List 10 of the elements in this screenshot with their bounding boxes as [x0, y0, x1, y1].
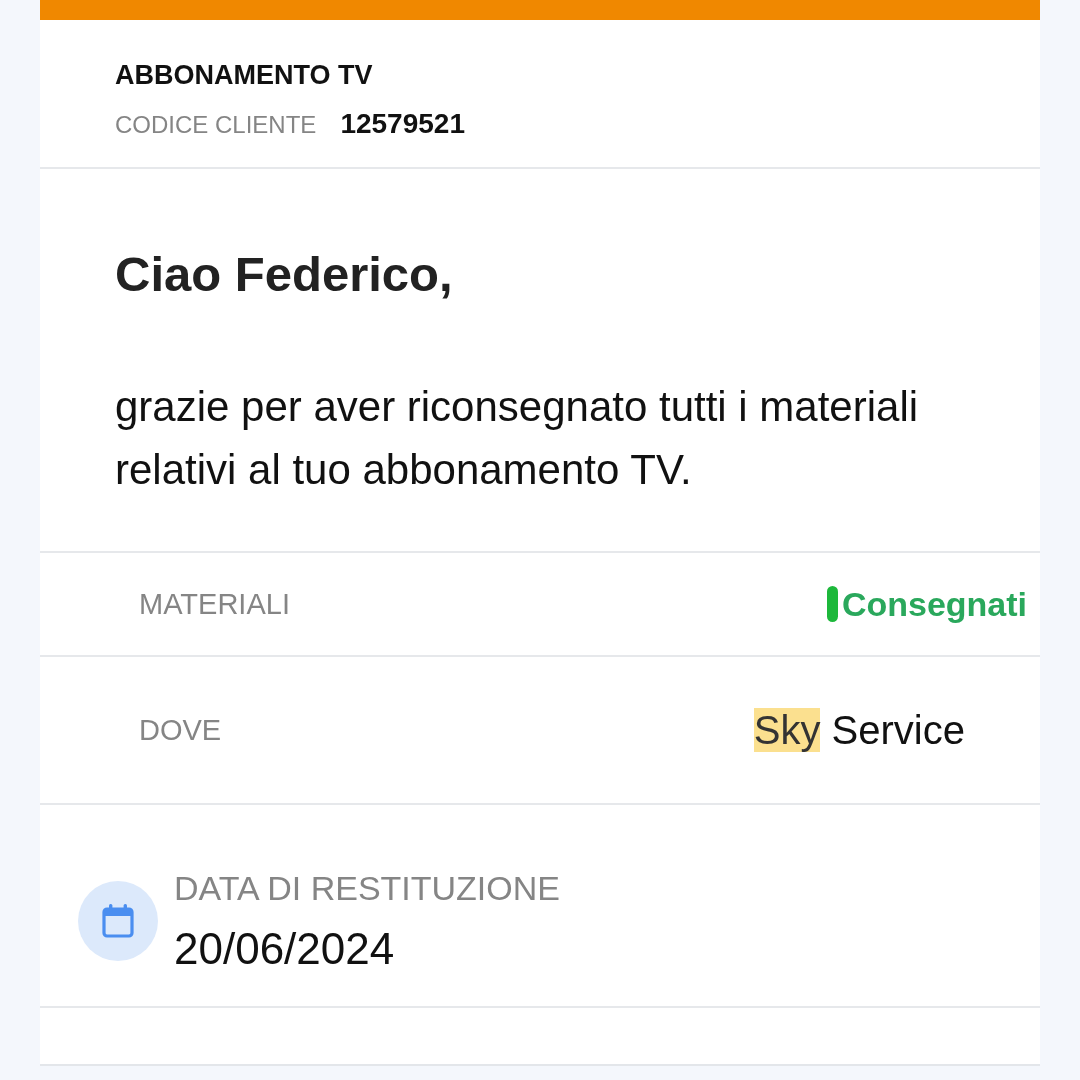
greeting-heading: Ciao Federico,	[115, 246, 454, 303]
detail-label: MATERIALI	[139, 587, 290, 621]
return-date-value: 20/06/2024	[174, 925, 396, 973]
return-date-label: DATA DI RESTITUZIONE	[174, 868, 560, 908]
message-text: grazie per aver riconsegnato tutti i materiali relativi al tuo abbonamento TV.	[115, 382, 920, 495]
customer-code-value: 12579521	[340, 108, 465, 140]
subscription-title: ABBONAMENTO TV	[115, 60, 374, 90]
customer-code-label: CODICE CLIENTE	[115, 110, 317, 140]
status-value: Consegnati	[841, 584, 1027, 624]
detail-label: DOVE	[139, 713, 222, 747]
